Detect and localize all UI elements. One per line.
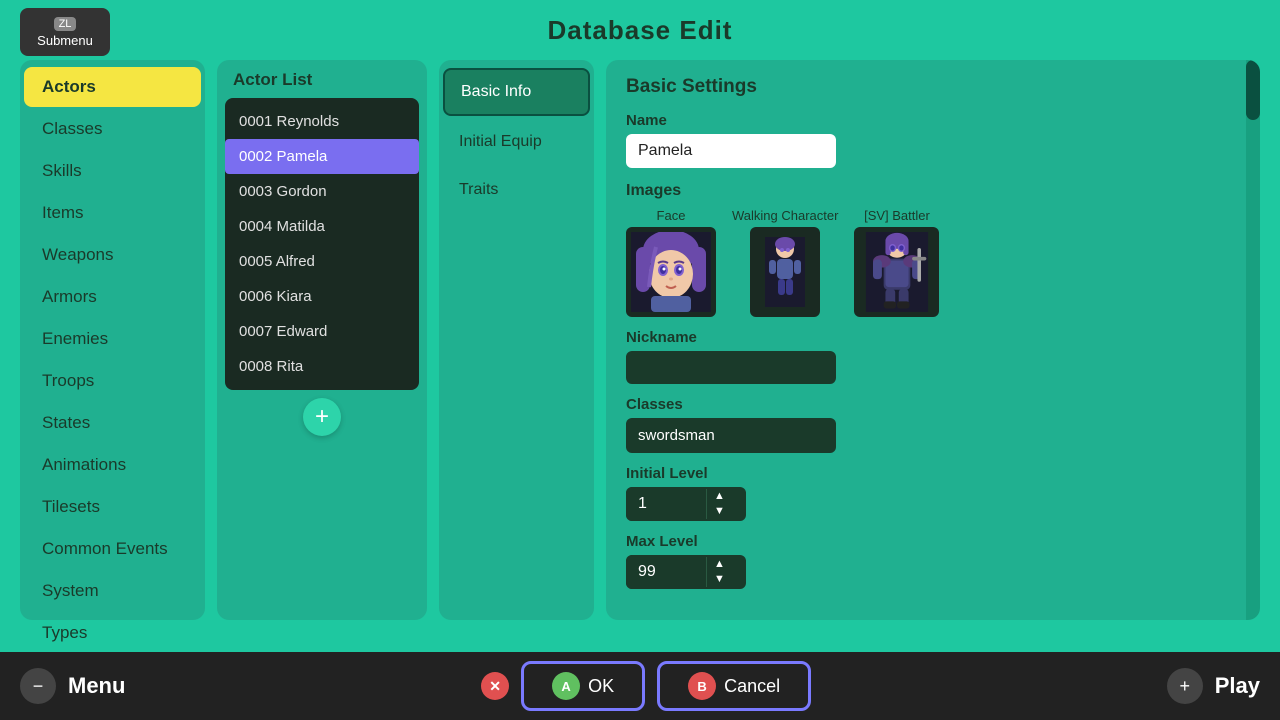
nickname-section: Nickname [626,329,1240,384]
category-item-items[interactable]: Items [24,193,201,233]
category-item-classes[interactable]: Classes [24,109,201,149]
actor-list-panel: Actor List 0001 Reynolds0002 Pamela0003 … [217,60,427,620]
name-label: Name [626,112,1240,129]
max-level-section: Max Level ▲ ▼ [626,533,1240,589]
initial-level-section: Initial Level ▲ ▼ [626,465,1240,521]
actor-item-0006[interactable]: 0006 Kiara [225,279,419,314]
walk-label: Walking Character [732,208,838,223]
cancel-button[interactable]: B Cancel [657,661,811,711]
play-label: Play [1215,673,1260,699]
face-image-box: Face [626,208,716,317]
menu-icon: − [20,668,56,704]
images-label: Images [626,182,1240,200]
max-level-up[interactable]: ▲ [707,557,732,572]
category-item-tilesets[interactable]: Tilesets [24,487,201,527]
max-level-down[interactable]: ▼ [707,572,732,587]
category-item-enemies[interactable]: Enemies [24,319,201,359]
category-item-skills[interactable]: Skills [24,151,201,191]
classes-input-wrap[interactable]: | [626,418,836,453]
initial-level-input[interactable] [626,487,706,521]
battler-image-box: [SV] Battler [854,208,939,317]
face-image[interactable] [626,227,716,317]
actor-item-0003[interactable]: 0003 Gordon [225,174,419,209]
category-item-troops[interactable]: Troops [24,361,201,401]
cancel-label: Cancel [724,676,780,697]
play-icon: + [1167,668,1203,704]
initial-level-down[interactable]: ▼ [707,504,732,519]
category-item-armors[interactable]: Armors [24,277,201,317]
max-level-buttons: ▲ ▼ [706,557,732,587]
images-section: Images Face [626,182,1240,317]
max-level-spinner: ▲ ▼ [626,555,746,589]
actor-item-0001[interactable]: 0001 Reynolds [225,104,419,139]
category-item-common_events[interactable]: Common Events [24,529,201,569]
add-actor-section: + [225,398,419,436]
battler-label: [SV] Battler [864,208,930,223]
ok-label: OK [588,676,614,697]
nickname-input[interactable] [626,351,836,384]
play-button[interactable]: + Play [1167,668,1260,704]
category-item-animations[interactable]: Animations [24,445,201,485]
submenu-label: Submenu [37,33,93,48]
actor-item-0005[interactable]: 0005 Alfred [225,244,419,279]
menu-button[interactable]: − Menu [20,668,125,704]
settings-title: Basic Settings [626,76,1240,98]
bottom-bar: − Menu ✕ A OK B Cancel + Play [0,652,1280,720]
battler-image[interactable] [854,227,939,317]
tab-traits[interactable]: Traits [443,168,590,212]
page-title: Database Edit [548,15,733,46]
walk-image-box: Walking Character [732,208,838,317]
actor-item-0008[interactable]: 0008 Rita [225,349,419,384]
category-item-weapons[interactable]: Weapons [24,235,201,275]
initial-level-spinner: ▲ ▼ [626,487,746,521]
scrollbar[interactable] [1246,60,1260,620]
category-panel: ActorsClassesSkillsItemsWeaponsArmorsEne… [20,60,205,620]
actor-item-0002[interactable]: 0002 Pamela [225,139,419,174]
scrollbar-thumb[interactable] [1246,60,1260,120]
classes-input[interactable] [626,418,836,453]
submenu-button[interactable]: ZL Submenu [20,8,110,56]
category-item-types[interactable]: Types [24,613,201,653]
max-level-label: Max Level [626,533,1240,550]
initial-level-buttons: ▲ ▼ [706,489,732,519]
actor-list-box: 0001 Reynolds0002 Pamela0003 Gordon0004 … [225,98,419,390]
menu-label: Menu [68,673,125,699]
face-label: Face [657,208,686,223]
tab-initial_equip[interactable]: Initial Equip [443,120,590,164]
category-item-states[interactable]: States [24,403,201,443]
category-item-system[interactable]: System [24,571,201,611]
ok-button[interactable]: A OK [521,661,645,711]
settings-panel: Basic Settings Name Images Face [606,60,1260,620]
b-icon: B [688,672,716,700]
x-icon: ✕ [481,672,509,700]
a-icon: A [552,672,580,700]
tab-basic_info[interactable]: Basic Info [443,68,590,116]
submenu-badge: ZL [54,17,77,31]
images-row: Face [626,208,1240,317]
tab-panel: Basic InfoInitial EquipTraits [439,60,594,620]
center-buttons: ✕ A OK B Cancel [481,661,811,711]
actor-item-0004[interactable]: 0004 Matilda [225,209,419,244]
nickname-label: Nickname [626,329,1240,346]
initial-level-label: Initial Level [626,465,1240,482]
actor-item-0007[interactable]: 0007 Edward [225,314,419,349]
max-level-input[interactable] [626,555,706,589]
add-actor-button[interactable]: + [303,398,341,436]
name-input[interactable] [626,134,836,168]
classes-label: Classes [626,396,1240,413]
category-item-actors[interactable]: Actors [24,67,201,107]
actor-list-title: Actor List [225,70,419,98]
classes-section: Classes | [626,396,1240,453]
initial-level-up[interactable]: ▲ [707,489,732,504]
walk-image[interactable] [750,227,820,317]
